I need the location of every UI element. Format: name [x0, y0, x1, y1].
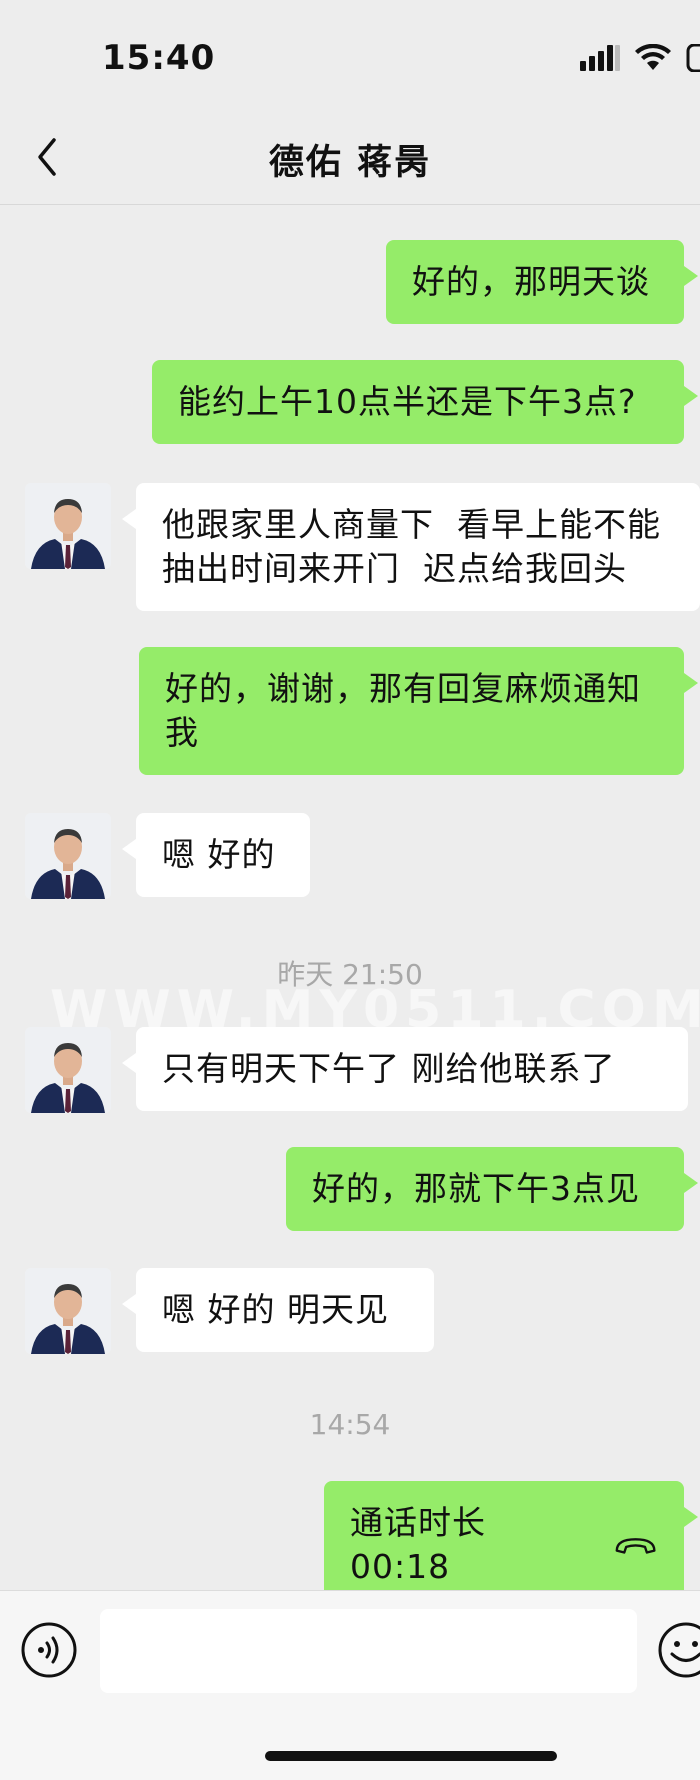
message-text: 只有明天下午了 刚给他联系了	[162, 1049, 616, 1088]
message-bubble-sent[interactable]: 能约上午10点半还是下午3点?	[152, 360, 698, 444]
message-text: 嗯 好的 明天见	[162, 1290, 389, 1329]
message-bubble-received[interactable]: 他跟家里人商量下 看早上能不能抽出时间来开门 迟点给我回头	[122, 483, 700, 611]
wifi-icon	[634, 43, 672, 76]
emoji-button[interactable]	[657, 1621, 700, 1679]
contact-avatar-image	[25, 813, 111, 899]
avatar[interactable]	[25, 483, 111, 569]
emoji-icon	[658, 1622, 700, 1678]
message-bubble-sent[interactable]: 好的，谢谢，那有回复麻烦通知我	[139, 647, 698, 775]
message-input[interactable]	[100, 1609, 637, 1693]
battery-icon	[686, 43, 700, 76]
message-text: 嗯 好的	[162, 835, 276, 874]
avatar[interactable]	[25, 1268, 111, 1354]
message-text: 好的，那明天谈	[412, 262, 650, 301]
home-indicator[interactable]	[265, 1751, 557, 1761]
message-bubble-sent[interactable]: 好的，那就下午3点见	[286, 1147, 698, 1231]
message-text: 通话时长 00:18	[350, 1503, 486, 1586]
chat-header: 德佑 蒋昺	[0, 110, 700, 205]
contact-avatar-image	[25, 1027, 111, 1113]
message-bubble-received[interactable]: 嗯 好的	[122, 813, 310, 897]
voice-input-button[interactable]	[20, 1621, 78, 1679]
message-bubble-received[interactable]: 只有明天下午了 刚给他联系了	[122, 1027, 688, 1111]
message-text: 他跟家里人商量下 看早上能不能抽出时间来开门 迟点给我回头	[162, 505, 661, 588]
message-text: 好的，谢谢，那有回复麻烦通知我	[165, 669, 641, 752]
input-bar	[0, 1590, 700, 1780]
message-text: 能约上午10点半还是下午3点?	[178, 382, 637, 421]
voice-input-icon	[21, 1622, 77, 1678]
status-icons	[580, 43, 700, 76]
avatar[interactable]	[25, 813, 111, 899]
avatar[interactable]	[25, 1027, 111, 1113]
contact-avatar-image	[25, 483, 111, 569]
contact-avatar-image	[25, 1268, 111, 1354]
cellular-signal-icon	[580, 45, 620, 75]
message-text: 好的，那就下午3点见	[312, 1169, 640, 1208]
status-time: 15:40	[102, 38, 216, 78]
phone-hangup-icon	[615, 1538, 656, 1554]
chat-title: 德佑 蒋昺	[268, 143, 432, 183]
status-bar: 15:40	[0, 0, 700, 110]
chat-history[interactable]: 好的，那明天谈 能约上午10点半还是下午3点? 他跟家里人商量下 看早上能不能抽…	[0, 205, 700, 1609]
message-bubble-received[interactable]: 嗯 好的 明天见	[122, 1268, 434, 1352]
timestamp: 14:54	[309, 1408, 391, 1441]
message-bubble-sent[interactable]: 好的，那明天谈	[386, 240, 698, 324]
